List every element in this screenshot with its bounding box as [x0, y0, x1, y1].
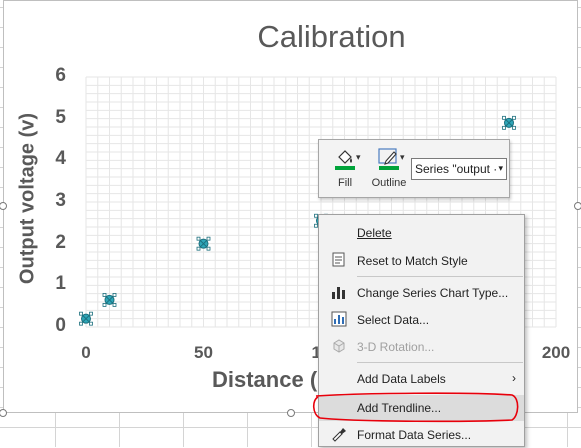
- chevron-down-icon[interactable]: ▾: [400, 152, 405, 163]
- x-tick-label: 200: [541, 343, 571, 362]
- submenu-arrow-icon: ›: [512, 371, 516, 385]
- x-axis-title[interactable]: Distance (: [212, 367, 317, 393]
- menu-item-format-data-series[interactable]: Format Data Series...: [319, 422, 524, 448]
- menu-item-change-series-chart-type[interactable]: Change Series Chart Type...: [319, 280, 524, 306]
- y-tick-label: 6: [55, 65, 66, 86]
- context-menu: Delete Reset to Match Style Change Serie…: [318, 214, 525, 447]
- chart-type-icon: [332, 287, 345, 299]
- fill-label: Fill: [337, 177, 353, 189]
- menu-item-3d-rotation: 3-D Rotation...: [319, 334, 524, 360]
- resize-handle-bottom[interactable]: [287, 409, 295, 417]
- pen-outline-icon: [378, 148, 399, 170]
- menu-item-add-trendline[interactable]: Add Trendline...: [319, 395, 524, 421]
- y-tick-label: 1: [55, 273, 66, 295]
- menu-item-label: 3-D Rotation...: [357, 340, 435, 354]
- fill-swatch: [335, 166, 355, 170]
- menu-separator: [357, 362, 523, 363]
- y-tick-label: 0: [55, 315, 66, 336]
- y-tick-label: 4: [55, 148, 66, 170]
- chevron-down-icon[interactable]: ▾: [356, 152, 361, 163]
- menu-item-add-data-labels[interactable]: Add Data Labels ›: [319, 366, 524, 392]
- paint-bucket-icon: [335, 150, 355, 170]
- data-point[interactable]: [502, 115, 516, 130]
- series-selector-value: Series "output ·: [415, 162, 498, 176]
- reset-style-icon: [332, 252, 345, 267]
- outline-label: Outline: [371, 177, 407, 189]
- x-tick-label: 0: [81, 343, 91, 362]
- mini-toolbar: ▾ Fill ▾ Outline Series "output · ▾: [318, 139, 510, 198]
- menu-item-label: Reset to Match Style: [357, 254, 468, 268]
- data-point[interactable]: [79, 311, 93, 326]
- select-data-icon: [331, 311, 347, 327]
- y-axis-title[interactable]: Output voltage (v): [17, 89, 40, 309]
- cube-icon: [333, 339, 345, 353]
- menu-item-label: Add Data Labels: [357, 372, 446, 386]
- menu-item-select-data[interactable]: Select Data...: [319, 307, 524, 333]
- y-tick-label: 5: [55, 106, 66, 128]
- menu-separator: [357, 276, 523, 277]
- x-tick-label: 50: [194, 343, 213, 362]
- menu-item-delete[interactable]: Delete: [319, 220, 524, 246]
- format-brush-icon: [332, 428, 346, 442]
- menu-item-label: Select Data...: [357, 313, 430, 327]
- data-point[interactable]: [102, 293, 117, 307]
- menu-item-label: Delete: [357, 226, 392, 240]
- y-tick-label: 2: [55, 231, 66, 253]
- menu-item-reset-to-match-style[interactable]: Reset to Match Style: [319, 248, 524, 274]
- chevron-down-icon: ▾: [498, 163, 503, 173]
- outline-swatch: [379, 166, 399, 170]
- menu-item-label: Add Trendline...: [357, 401, 442, 415]
- data-point[interactable]: [196, 236, 211, 251]
- resize-handle-right[interactable]: [574, 202, 581, 210]
- menu-item-label: Format Data Series...: [357, 428, 472, 442]
- series-selector[interactable]: Series "output · ▾: [411, 158, 507, 180]
- y-tick-label: 3: [55, 190, 66, 211]
- fill-button[interactable]: ▾ Fill: [323, 144, 367, 194]
- outline-button[interactable]: ▾ Outline: [367, 144, 411, 194]
- menu-item-label: Change Series Chart Type...: [357, 286, 509, 300]
